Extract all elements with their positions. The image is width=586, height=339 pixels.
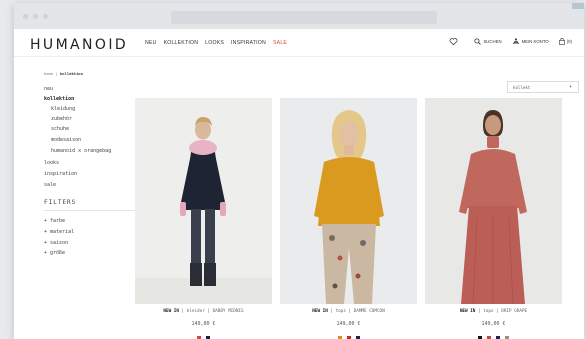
address-bar[interactable] <box>171 11 437 24</box>
sidebar-item-modesaison[interactable]: modesaison <box>51 137 81 143</box>
sidebar-item-zubehor[interactable]: zubehör <box>51 116 72 122</box>
main-nav: NEU KOLLEKTION LOOKS INSPIRATION SALE <box>145 40 287 46</box>
product-caption[interactable]: NEW IN | kleider | DABBY MIDNIG <box>135 309 272 314</box>
sidebar-item-schuhe[interactable]: schuhe <box>51 126 69 132</box>
new-in-badge: NEW IN <box>459 309 476 314</box>
sort-value: kollekt <box>513 85 531 90</box>
model-photo <box>425 98 562 304</box>
sidebar-item-sale[interactable]: sale <box>44 182 56 188</box>
new-in-badge: NEW IN <box>312 309 328 314</box>
sidebar-item-kleidung[interactable]: kleidung <box>51 106 75 112</box>
product-image[interactable] <box>425 98 562 304</box>
chevron-down-icon: ▾ <box>568 84 572 90</box>
divider <box>44 210 138 211</box>
browser-toolbar <box>14 3 584 29</box>
search-button[interactable]: SUCHEN <box>474 38 502 45</box>
product-category: kleider <box>186 309 205 314</box>
filter-material[interactable]: + material <box>44 229 74 235</box>
wishlist-button[interactable] <box>449 37 458 46</box>
nav-looks[interactable]: LOOKS <box>205 40 224 46</box>
product-category: tops <box>483 309 494 314</box>
product-category: tops <box>335 309 346 314</box>
cart-button[interactable]: (0) <box>558 38 572 45</box>
product-price: 149,00 € <box>336 321 361 327</box>
site-logo[interactable]: HUMANOID <box>30 37 128 53</box>
product-name: DABBY MIDNIG <box>212 309 244 314</box>
filter-grosse[interactable]: + größe <box>44 250 65 256</box>
nav-inspiration[interactable]: INSPIRATION <box>231 40 266 46</box>
product-name: DRIP GRAPE <box>501 309 528 314</box>
nav-sale[interactable]: SALE <box>273 40 287 46</box>
product-image[interactable] <box>280 98 417 304</box>
product-caption[interactable]: NEW IN | tops | DRIP GRAPE <box>425 309 562 314</box>
toolbar-corner <box>572 3 584 9</box>
filters-heading: FILTERS <box>44 199 77 206</box>
sidebar-item-orangebag[interactable]: humanoid x orangebag <box>51 148 111 154</box>
window-control-dot[interactable] <box>43 14 48 19</box>
product-price: 149,00 € <box>481 321 506 327</box>
window-control-dot[interactable] <box>23 14 28 19</box>
nav-neu[interactable]: NEU <box>145 40 157 46</box>
product-price: 149,00 € <box>191 321 216 327</box>
site-header: HUMANOID NEU KOLLEKTION LOOKS INSPIRATIO… <box>14 29 584 57</box>
breadcrumb-current: kollektion <box>60 71 83 76</box>
product-name: DAMME CUMCON <box>353 309 385 314</box>
sidebar-item-inspiration[interactable]: inspiration <box>44 171 77 177</box>
account-icon <box>512 38 519 44</box>
breadcrumb-home[interactable]: home <box>44 71 53 76</box>
sidebar-item-neu[interactable]: neu <box>44 86 53 92</box>
nav-kollektion[interactable]: KOLLEKTION <box>164 40 199 46</box>
breadcrumb-separator: | <box>53 71 61 76</box>
search-icon <box>474 38 482 45</box>
product-image[interactable] <box>135 98 272 304</box>
sidebar-item-looks[interactable]: looks <box>44 160 59 166</box>
model-photo <box>135 98 272 304</box>
search-label: SUCHEN <box>483 39 502 44</box>
browser-window: HUMANOID NEU KOLLEKTION LOOKS INSPIRATIO… <box>14 3 584 339</box>
bag-icon <box>558 38 565 45</box>
account-label: MEIN KONTO <box>521 39 549 44</box>
breadcrumb: home | kollektion <box>44 71 83 76</box>
sidebar-item-kollektion[interactable]: kollektion <box>44 96 74 102</box>
product-caption[interactable]: NEW IN | tops | DAMME CUMCON <box>280 309 417 314</box>
filter-saison[interactable]: + saison <box>44 240 68 246</box>
new-in-badge: NEW IN <box>163 309 179 314</box>
header-utilities: SUCHEN MEIN KONTO (0) <box>449 37 572 46</box>
filter-farbe[interactable]: + farbe <box>44 218 65 224</box>
heart-icon <box>450 38 458 46</box>
model-photo <box>280 98 417 304</box>
account-button[interactable]: MEIN KONTO <box>512 38 549 45</box>
window-control-dot[interactable] <box>33 14 38 19</box>
cart-count: (0) <box>566 39 572 44</box>
sort-dropdown[interactable]: kollekt ▾ <box>507 81 579 93</box>
